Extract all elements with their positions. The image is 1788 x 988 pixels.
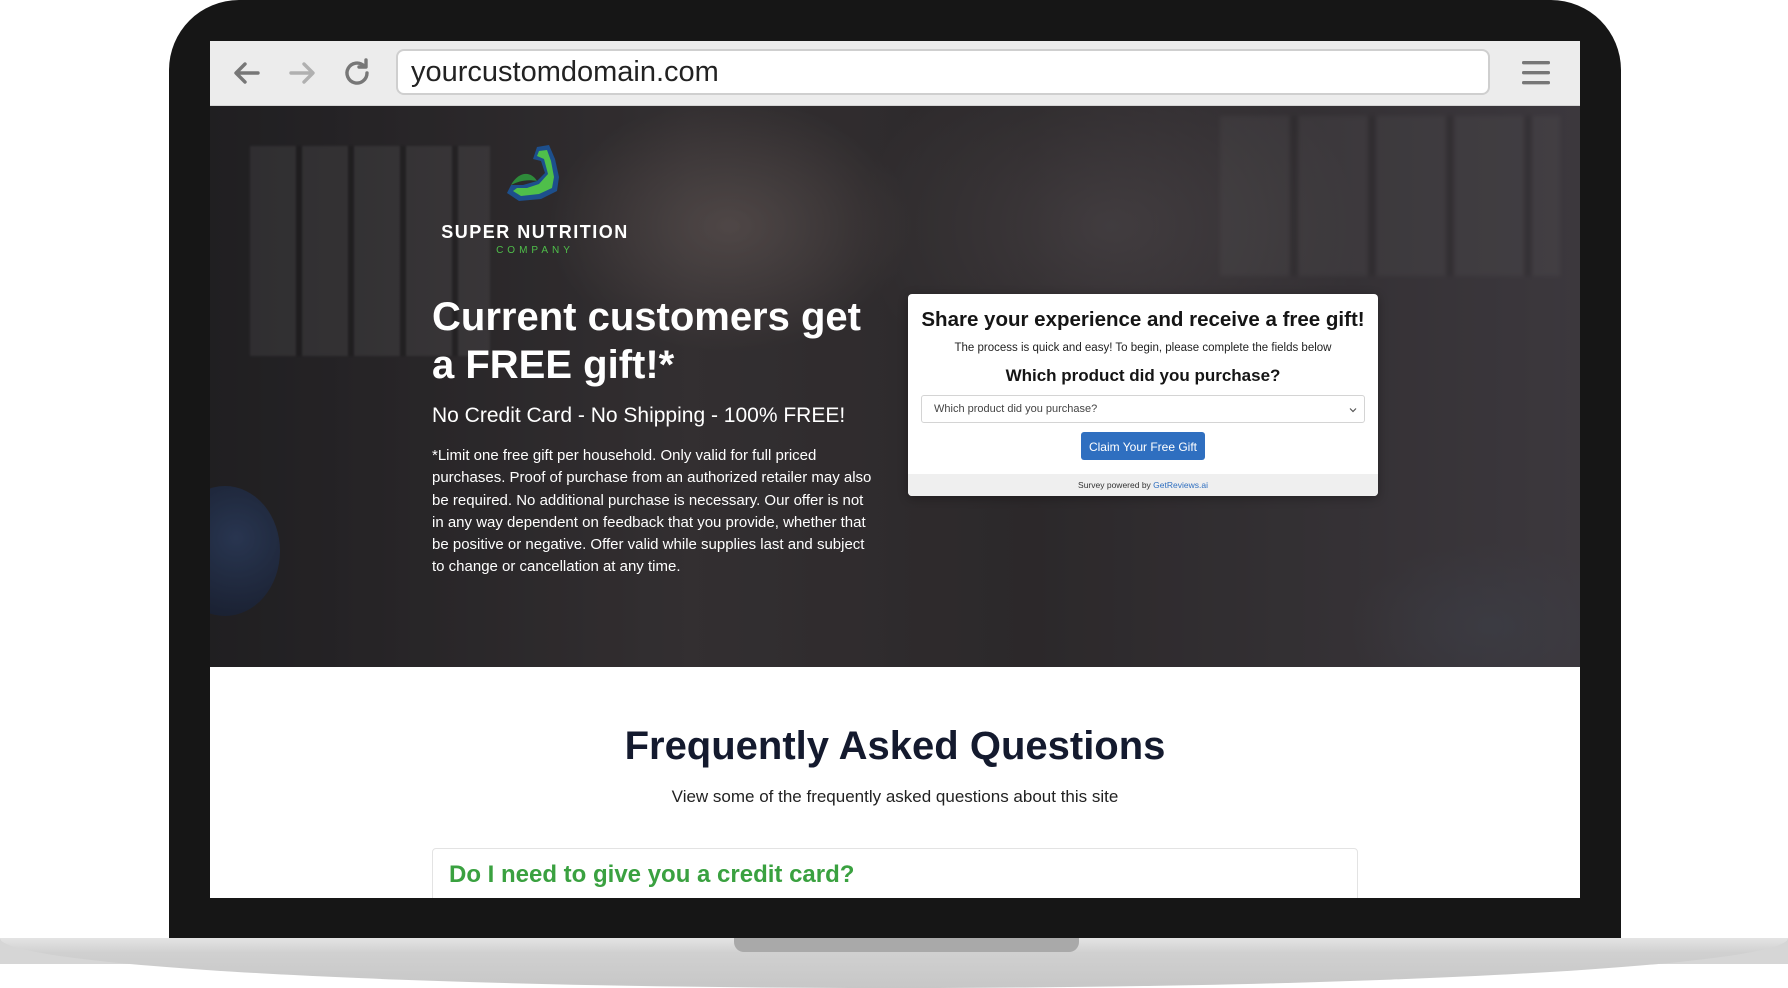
logo-subtitle: COMPANY — [496, 245, 574, 256]
survey-question: Which product did you purchase? — [1005, 366, 1281, 385]
hamburger-menu-icon[interactable] — [1520, 57, 1552, 89]
survey-title: Share your experience and receive a free… — [921, 308, 1365, 331]
chevron-down-icon — [1349, 408, 1357, 413]
reload-icon[interactable] — [340, 56, 374, 90]
faq-question: Do I need to give you a credit card? — [449, 861, 855, 888]
product-select[interactable]: Which product did you purchase? — [921, 395, 1365, 423]
product-select-value: Which product did you purchase? — [934, 403, 1098, 415]
laptop-screen: yourcustomdomain.com SUPER NUTRITION COM… — [210, 41, 1580, 898]
claim-gift-button[interactable]: Claim Your Free Gift — [1081, 432, 1205, 460]
company-logo[interactable]: SUPER NUTRITION COMPANY — [435, 141, 635, 256]
hero-headline: Current customers get a FREE gift!* — [432, 295, 861, 387]
hero-subheadline: No Credit Card - No Shipping - 100% FREE… — [432, 404, 846, 427]
faq-item[interactable]: Do I need to give you a credit card? — [432, 848, 1358, 898]
arrow-left-icon[interactable] — [230, 56, 264, 90]
survey-footer: Survey powered by GetReviews.ai — [908, 474, 1378, 496]
laptop-notch — [734, 938, 1079, 952]
faq-subtitle: View some of the frequently asked questi… — [671, 787, 1119, 806]
hero-disclaimer: *Limit one free gift per household. Only… — [432, 447, 872, 576]
arrow-right-icon[interactable] — [285, 56, 319, 90]
logo-name: SUPER NUTRITION — [441, 222, 629, 242]
survey-footer-text: Survey powered by — [1078, 480, 1154, 490]
hero-section: SUPER NUTRITION COMPANY Current customer… — [210, 106, 1580, 667]
browser-toolbar: yourcustomdomain.com — [210, 41, 1580, 106]
faq-title: Frequently Asked Questions — [624, 724, 1166, 768]
getreviews-link[interactable]: GetReviews.ai — [1153, 480, 1208, 490]
address-bar[interactable]: yourcustomdomain.com — [396, 49, 1490, 95]
survey-card: Share your experience and receive a free… — [908, 294, 1378, 496]
flexed-arm-leaf-icon — [507, 145, 559, 201]
survey-description: The process is quick and easy! To begin,… — [954, 342, 1332, 354]
